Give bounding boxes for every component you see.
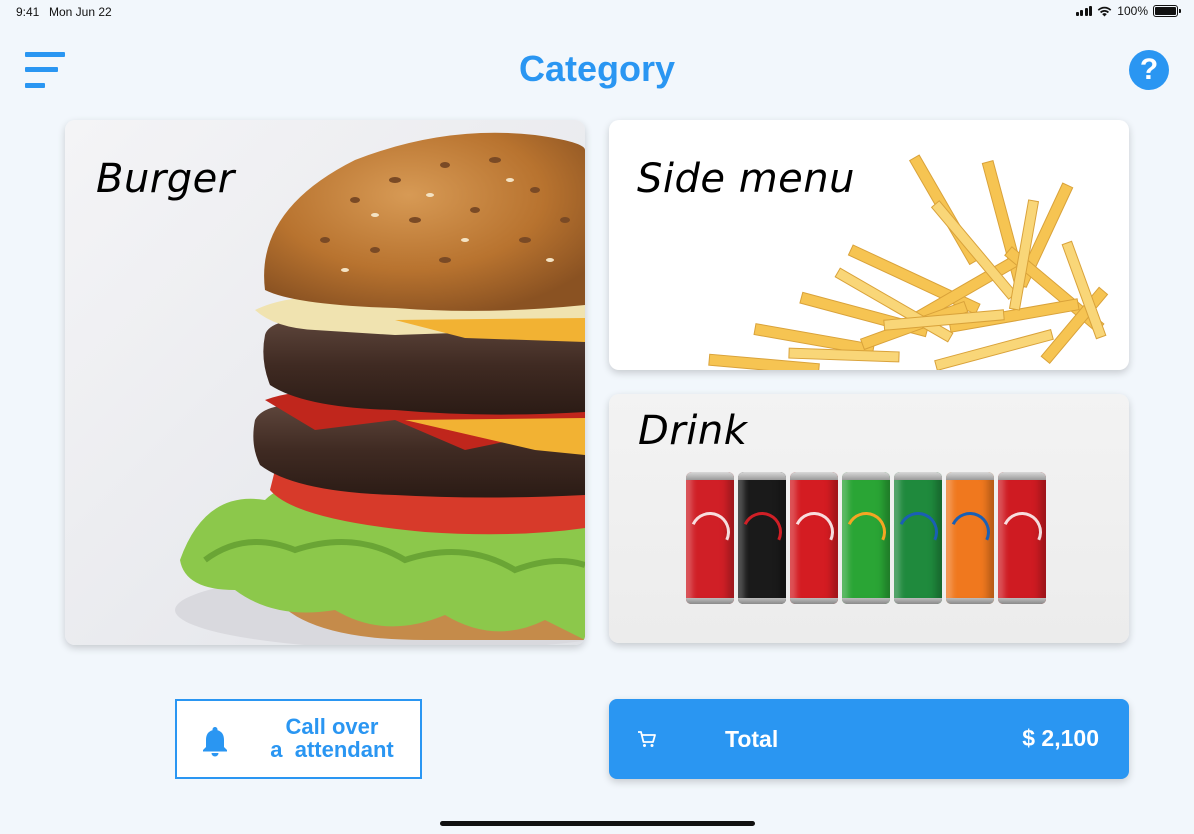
help-button[interactable]: ? bbox=[1129, 50, 1169, 90]
call-attendant-line2: a attendant bbox=[270, 737, 394, 762]
category-label-burger: Burger bbox=[96, 156, 235, 202]
soda-can bbox=[998, 472, 1046, 604]
total-label: Total bbox=[725, 726, 779, 752]
soda-can bbox=[738, 472, 786, 604]
category-label-side-menu: Side menu bbox=[637, 156, 855, 202]
soda-can bbox=[894, 472, 942, 604]
total-cart-button[interactable]: Total $ 2,100 bbox=[609, 699, 1129, 779]
total-amount: $ 2,100 bbox=[1022, 725, 1099, 751]
wifi-icon bbox=[1097, 6, 1112, 16]
call-attendant-line1: Call over bbox=[285, 714, 379, 739]
category-card-side-menu[interactable]: Side menu bbox=[609, 120, 1129, 370]
bell-icon bbox=[203, 727, 227, 757]
cellular-signal-icon bbox=[1075, 6, 1093, 16]
status-date: Mon Jun 22 bbox=[49, 5, 112, 19]
category-card-burger[interactable]: Burger bbox=[65, 120, 585, 645]
cart-icon bbox=[638, 731, 656, 747]
category-card-drink[interactable]: Drink bbox=[609, 394, 1129, 643]
battery-percent: 100% bbox=[1117, 4, 1148, 18]
home-indicator[interactable] bbox=[440, 821, 755, 826]
question-mark-icon: ? bbox=[1139, 53, 1159, 86]
status-indicators: 100% bbox=[1075, 4, 1181, 18]
call-attendant-label: Call over a attendant bbox=[257, 715, 407, 761]
battery-icon bbox=[1153, 5, 1181, 17]
soda-can bbox=[790, 472, 838, 604]
soda-can bbox=[842, 472, 890, 604]
soda-can bbox=[946, 472, 994, 604]
soda-cans-image bbox=[686, 472, 1046, 604]
status-time: 9:41 bbox=[16, 5, 40, 19]
category-label-drink: Drink bbox=[638, 408, 748, 454]
soda-can bbox=[686, 472, 734, 604]
call-attendant-button[interactable]: Call over a attendant bbox=[175, 699, 422, 779]
page-title: Category bbox=[518, 48, 676, 89]
